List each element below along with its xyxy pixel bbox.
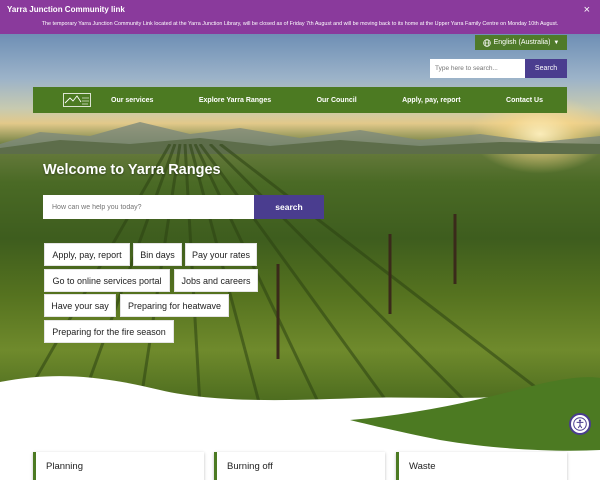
- alert-message: The temporary Yarra Junction Community L…: [41, 21, 559, 27]
- alert-title: Yarra Junction Community link: [7, 5, 125, 14]
- nav-item-apply-pay-report[interactable]: Apply, pay, report: [402, 97, 460, 104]
- globe-icon: [482, 38, 491, 47]
- quick-link-online-services-portal[interactable]: Go to online services portal: [44, 269, 170, 292]
- top-search: Search: [430, 59, 567, 78]
- nav-item-our-services[interactable]: Our services: [111, 97, 153, 104]
- quick-link-jobs-and-careers[interactable]: Jobs and careers: [174, 269, 258, 292]
- quick-link-have-your-say[interactable]: Have your say: [44, 294, 116, 317]
- top-search-input[interactable]: [430, 59, 525, 78]
- card-label: Burning off: [227, 461, 273, 472]
- accessibility-button[interactable]: [569, 413, 591, 435]
- hero-search: search: [43, 195, 324, 219]
- quick-link-pay-your-rates[interactable]: Pay your rates: [185, 243, 257, 266]
- nav-item-our-council[interactable]: Our Council: [317, 97, 357, 104]
- quick-link-apply-pay-report[interactable]: Apply, pay, report: [44, 243, 130, 266]
- page-title: Welcome to Yarra Ranges: [43, 162, 221, 178]
- nav-item-contact-us[interactable]: Contact Us: [506, 97, 543, 104]
- main-nav: Our services Explore Yarra Ranges Our Co…: [33, 87, 567, 113]
- card-burning-off[interactable]: Burning off: [214, 452, 385, 480]
- hero-search-button[interactable]: search: [254, 195, 324, 219]
- language-selector[interactable]: English (Australia) ▼: [475, 35, 567, 50]
- language-label: English (Australia): [493, 39, 551, 46]
- quick-link-preparing-for-fire-season[interactable]: Preparing for the fire season: [44, 320, 174, 343]
- quick-link-bin-days[interactable]: Bin days: [133, 243, 182, 266]
- alert-banner: Yarra Junction Community link × The temp…: [0, 0, 600, 34]
- chevron-down-icon: ▼: [553, 39, 560, 46]
- quick-link-preparing-for-heatwave[interactable]: Preparing for heatwave: [120, 294, 229, 317]
- card-waste[interactable]: Waste: [396, 452, 567, 480]
- close-icon[interactable]: ×: [584, 4, 590, 16]
- card-label: Planning: [46, 461, 83, 472]
- hero-search-input[interactable]: [43, 195, 254, 219]
- yarra-ranges-logo[interactable]: [63, 93, 91, 107]
- accessibility-icon: [573, 417, 587, 431]
- card-label: Waste: [409, 461, 436, 472]
- nav-item-explore-yarra-ranges[interactable]: Explore Yarra Ranges: [199, 97, 271, 104]
- top-search-button[interactable]: Search: [525, 59, 567, 78]
- card-planning[interactable]: Planning: [33, 452, 204, 480]
